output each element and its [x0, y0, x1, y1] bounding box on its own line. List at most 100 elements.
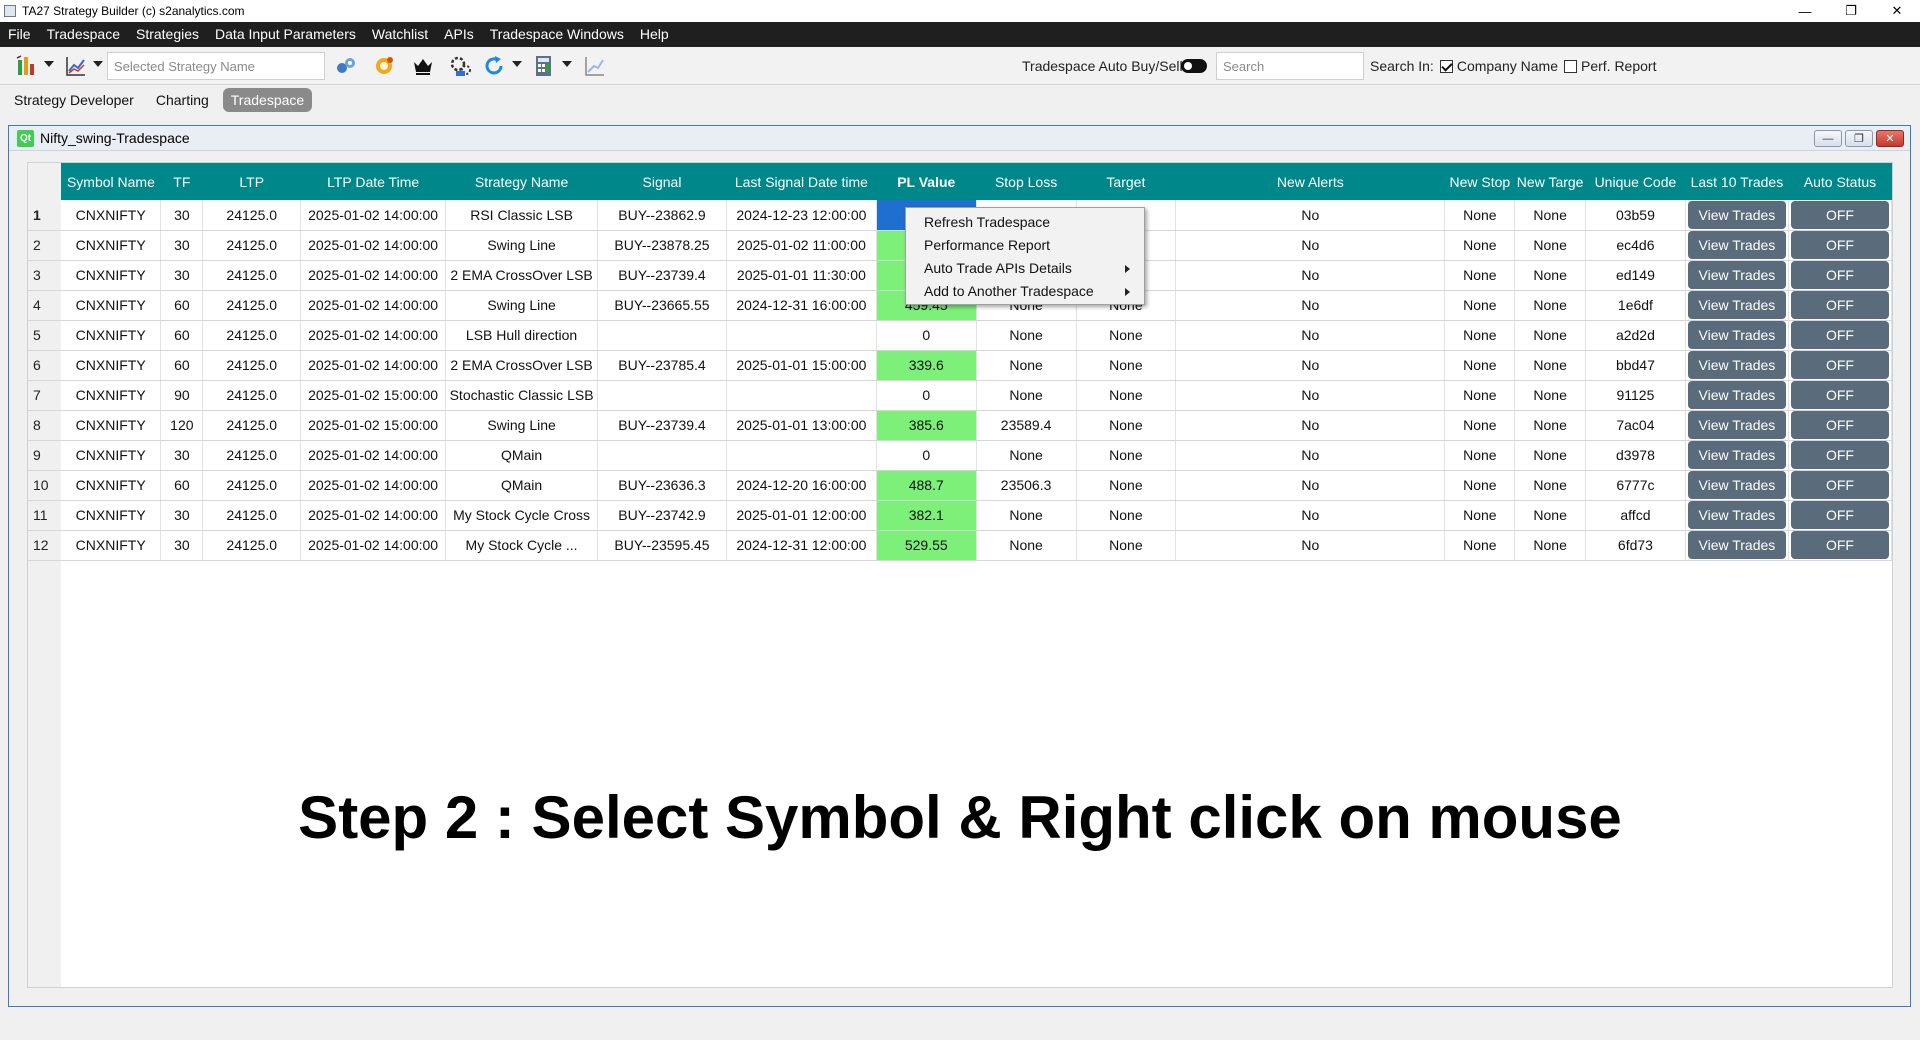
table-row[interactable]: 12 CNXNIFTY 30 24125.0 2025-01-02 14:00:00 My… — [28, 530, 1893, 561]
view-trades-button[interactable]: View Trades — [1687, 291, 1786, 319]
signal-cell[interactable]: BUY--23785.4 — [597, 350, 727, 381]
ltp-cell[interactable]: 24125.0 — [202, 290, 302, 321]
stop-loss-cell[interactable]: None — [976, 440, 1077, 471]
view-trades-button[interactable]: View Trades — [1687, 381, 1786, 409]
unique-code-cell[interactable]: 91125 — [1585, 380, 1686, 411]
column-header[interactable]: Last 10 Trades — [1685, 163, 1789, 200]
subwindow-restore-button[interactable]: ❐ — [1845, 130, 1873, 147]
view-trades-button[interactable]: View Trades — [1687, 471, 1786, 499]
new-target-cell[interactable]: None — [1514, 200, 1586, 231]
perf-report-checkbox[interactable] — [1563, 59, 1577, 73]
signal-cell[interactable]: BUY--23742.9 — [597, 500, 727, 531]
table-row[interactable]: 7 CNXNIFTY 90 24125.0 2025-01-02 15:00:00 Sto… — [28, 380, 1893, 411]
context-menu-add-to-tradespace[interactable]: Add to Another Tradespace — [906, 280, 1144, 303]
auto-status-button[interactable]: OFF — [1790, 321, 1889, 349]
ltp-datetime-cell[interactable]: 2025-01-02 14:00:00 — [300, 530, 447, 561]
row-number[interactable]: 4 — [28, 290, 61, 321]
tf-cell[interactable]: 60 — [160, 290, 204, 321]
ltp-datetime-cell[interactable]: 2025-01-02 14:00:00 — [300, 260, 447, 291]
new-strategy-icon[interactable] — [14, 53, 40, 79]
column-header[interactable]: Strategy Name — [445, 163, 598, 200]
menu-apis[interactable]: APIs — [436, 22, 482, 47]
target-cell[interactable]: None — [1076, 380, 1177, 411]
unique-code-cell[interactable]: 1e6df — [1585, 290, 1686, 321]
tf-cell[interactable]: 60 — [160, 350, 204, 381]
column-header[interactable]: Target — [1076, 163, 1176, 200]
auto-status-button[interactable]: OFF — [1790, 501, 1889, 529]
new-target-cell[interactable]: None — [1514, 320, 1586, 351]
menu-tradespace[interactable]: Tradespace — [39, 22, 128, 47]
symbol-cell[interactable]: CNXNIFTY — [60, 500, 162, 531]
target-cell[interactable]: None — [1076, 500, 1177, 531]
row-number[interactable]: 6 — [28, 350, 61, 381]
context-menu-refresh-tradespace[interactable]: Refresh Tradespace — [906, 211, 1144, 234]
stop-loss-cell[interactable]: None — [976, 530, 1077, 561]
view-trades-button[interactable]: View Trades — [1687, 441, 1786, 469]
last-signal-datetime-cell[interactable] — [726, 380, 877, 411]
auto-status-button[interactable]: OFF — [1790, 200, 1889, 229]
new-target-cell[interactable]: None — [1514, 410, 1586, 441]
new-stop-cell[interactable]: None — [1444, 410, 1516, 441]
last-signal-datetime-cell[interactable]: 2024-12-31 12:00:00 — [726, 530, 877, 561]
ltp-cell[interactable]: 24125.0 — [202, 260, 302, 291]
unique-code-cell[interactable]: 03b59 — [1585, 200, 1686, 231]
new-alerts-cell[interactable]: No — [1175, 380, 1446, 411]
column-header[interactable]: LTP — [202, 163, 301, 200]
selected-strategy-input[interactable] — [107, 52, 325, 80]
line-chart-dropdown-icon[interactable] — [93, 61, 103, 67]
settings-gear-icon[interactable] — [371, 53, 397, 79]
view-trades-button[interactable]: View Trades — [1687, 531, 1786, 559]
row-number[interactable]: 9 — [28, 440, 61, 471]
column-header[interactable]: Unique Code — [1585, 163, 1686, 200]
menu-strategies[interactable]: Strategies — [128, 22, 207, 47]
column-header[interactable]: Symbol Name — [60, 163, 161, 200]
unique-code-cell[interactable]: 7ac04 — [1585, 410, 1686, 441]
tf-cell[interactable]: 30 — [160, 230, 204, 261]
auto-status-button[interactable]: OFF — [1790, 291, 1889, 319]
calculator-icon[interactable] — [531, 53, 557, 79]
signal-cell[interactable] — [597, 380, 727, 411]
refresh-icon[interactable] — [481, 53, 507, 79]
tf-cell[interactable]: 120 — [160, 410, 204, 441]
maximize-button[interactable]: ❐ — [1828, 0, 1874, 22]
unique-code-cell[interactable]: bbd47 — [1585, 350, 1686, 381]
auto-status-button[interactable]: OFF — [1790, 441, 1889, 469]
column-header[interactable]: Signal — [597, 163, 727, 200]
strategy-name-cell[interactable]: Swing Line — [445, 290, 599, 321]
column-header[interactable]: New Targe — [1514, 163, 1586, 200]
subwindow-close-button[interactable]: ✕ — [1876, 130, 1904, 147]
unique-code-cell[interactable]: 6fd73 — [1585, 530, 1686, 561]
symbol-cell[interactable]: CNXNIFTY — [60, 470, 162, 501]
ltp-datetime-cell[interactable]: 2025-01-02 14:00:00 — [300, 440, 447, 471]
column-header[interactable]: Stop Loss — [976, 163, 1077, 200]
stop-loss-cell[interactable]: 23589.4 — [976, 410, 1077, 441]
signal-cell[interactable]: BUY--23739.4 — [597, 410, 727, 441]
symbol-cell[interactable]: CNXNIFTY — [60, 260, 162, 291]
last-signal-datetime-cell[interactable]: 2024-12-31 16:00:00 — [726, 290, 877, 321]
target-cell[interactable]: None — [1076, 320, 1177, 351]
new-stop-cell[interactable]: None — [1444, 290, 1516, 321]
symbol-cell[interactable]: CNXNIFTY — [60, 350, 162, 381]
target-cell[interactable]: None — [1076, 530, 1177, 561]
new-stop-cell[interactable]: None — [1444, 500, 1516, 531]
strategy-name-cell[interactable]: QMain — [445, 440, 599, 471]
new-target-cell[interactable]: None — [1514, 230, 1586, 261]
new-stop-cell[interactable]: None — [1444, 470, 1516, 501]
last-signal-datetime-cell[interactable] — [726, 320, 877, 351]
new-target-cell[interactable]: None — [1514, 440, 1586, 471]
pl-value-cell[interactable]: 0 — [876, 320, 977, 351]
new-alerts-cell[interactable]: No — [1175, 410, 1446, 441]
row-number[interactable]: 12 — [28, 530, 61, 561]
signal-cell[interactable] — [597, 320, 727, 351]
new-alerts-cell[interactable]: No — [1175, 440, 1446, 471]
ltp-cell[interactable]: 24125.0 — [202, 200, 302, 231]
symbol-cell[interactable]: CNXNIFTY — [60, 440, 162, 471]
ltp-datetime-cell[interactable]: 2025-01-02 14:00:00 — [300, 230, 447, 261]
pl-value-cell[interactable]: 488.7 — [876, 470, 977, 501]
table-row[interactable]: 5 CNXNIFTY 60 24125.0 2025-01-02 14:00:00 LSB… — [28, 320, 1893, 351]
new-stop-cell[interactable]: None — [1444, 230, 1516, 261]
unique-code-cell[interactable]: a2d2d — [1585, 320, 1686, 351]
ltp-datetime-cell[interactable]: 2025-01-02 14:00:00 — [300, 320, 447, 351]
pl-value-cell[interactable]: 529.55 — [876, 530, 977, 561]
symbol-cell[interactable]: CNXNIFTY — [60, 200, 162, 231]
